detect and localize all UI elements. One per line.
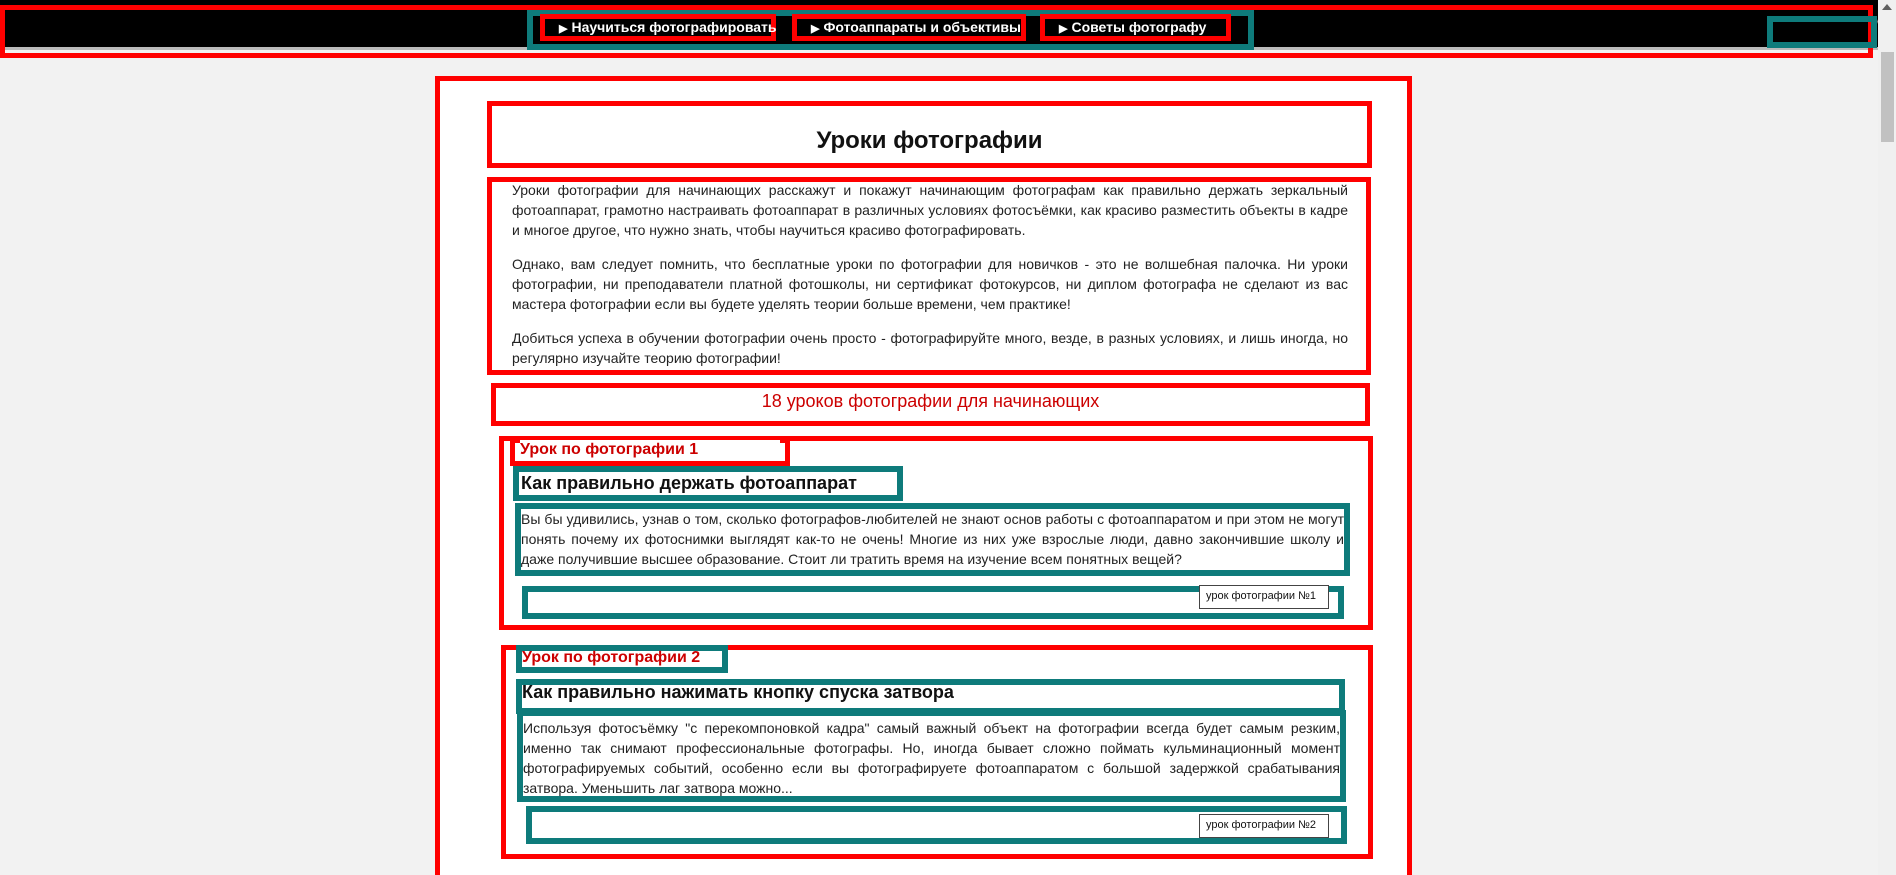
intro-paragraph: Уроки фотографии для начинающих расскажу… [512, 182, 1348, 238]
nav-link-label: Фотоаппараты и объективы [823, 19, 1021, 35]
lesson-excerpt: Вы бы удивились, узнав о том, сколько фо… [521, 511, 1344, 567]
scrollbar-thumb[interactable] [1881, 52, 1894, 142]
nav-link-cameras[interactable]: ▶ Фотоаппараты и объективы [792, 14, 1026, 41]
search-box[interactable] [1767, 16, 1877, 48]
lesson-button[interactable]: урок фотографии №1 [1199, 585, 1329, 609]
triangle-icon: ▶ [811, 23, 820, 35]
scroll-up-icon[interactable] [1882, 4, 1892, 10]
lesson-label[interactable]: Урок по фотографии 2 [522, 648, 722, 668]
lesson-excerpt: Используя фотосъёмку "с перекомпоновкой … [523, 720, 1340, 796]
nav-link-label: Научиться фотографировать [571, 19, 777, 35]
nav-link-tips[interactable]: ▶ Советы фотографу [1040, 14, 1231, 41]
lesson-title[interactable]: Как правильно держать фотоаппарат [521, 472, 891, 494]
page-title: Уроки фотографии [816, 127, 1043, 154]
intro-paragraph: Однако, вам следует помнить, что бесплат… [512, 256, 1348, 312]
triangle-icon: ▶ [1059, 23, 1068, 35]
nav-link-label: Советы фотографу [1071, 19, 1207, 35]
section-heading: 18 уроков фотографии для начинающих [491, 383, 1370, 426]
lesson-button[interactable]: урок фотографии №2 [1199, 814, 1329, 838]
intro-block: Уроки фотографии для начинающих расскажу… [487, 177, 1371, 375]
lesson-title[interactable]: Как правильно нажимать кнопку спуска зат… [522, 681, 1322, 703]
intro-text: Уроки фотографии для начинающих расскажу… [512, 182, 1348, 370]
nav-link-learn[interactable]: ▶ Научиться фотографировать [540, 14, 777, 41]
intro-paragraph: Добиться успеха в обучении фотографии оч… [512, 330, 1348, 366]
triangle-icon: ▶ [559, 23, 568, 35]
vertical-scrollbar[interactable] [1878, 0, 1896, 875]
lesson-label[interactable]: Урок по фотографии 1 [520, 440, 780, 460]
